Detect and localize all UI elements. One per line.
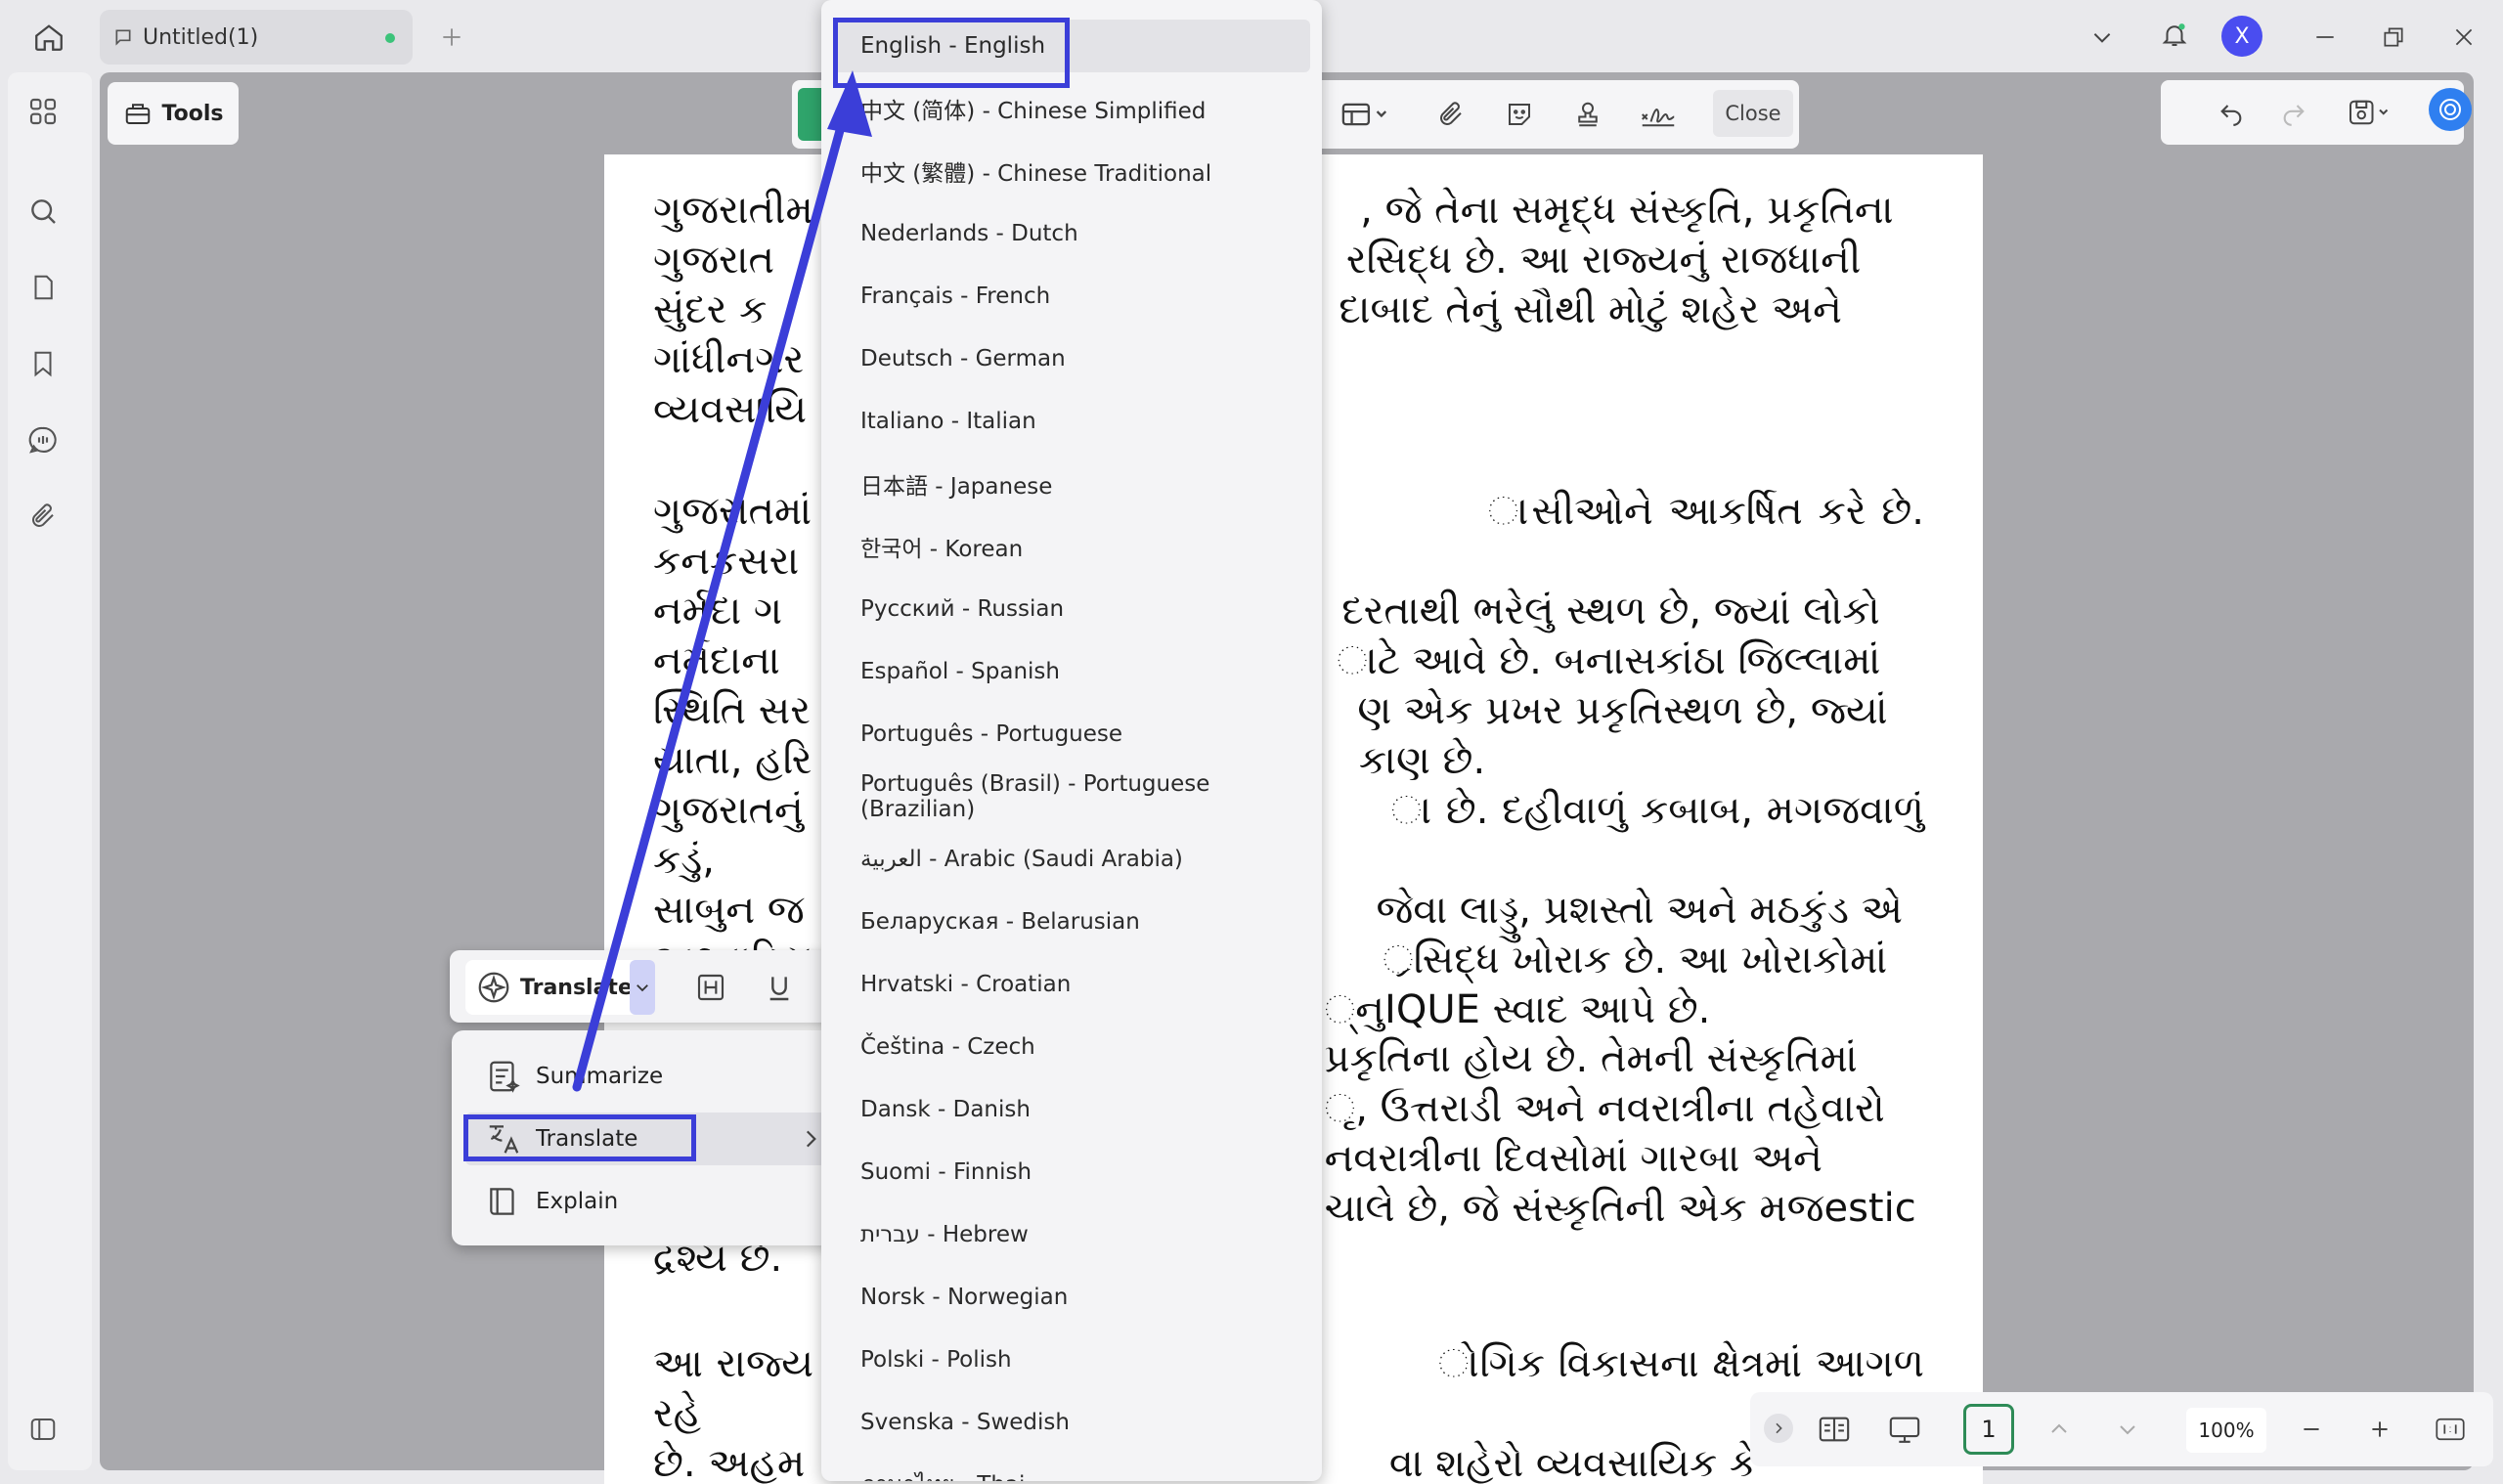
next-page-icon[interactable] [2108, 1410, 2147, 1449]
actual-size-icon[interactable] [2429, 1410, 2472, 1449]
zoom-in-icon[interactable] [2360, 1410, 2399, 1449]
zoom-level[interactable]: 100% [2186, 1408, 2266, 1453]
presentation-icon[interactable] [1883, 1408, 1926, 1451]
page-number-input[interactable]: 1 [1963, 1404, 2014, 1455]
annotation-arrow [572, 70, 872, 1092]
reading-mode-icon[interactable] [1813, 1408, 1856, 1451]
zoom-out-icon[interactable] [2292, 1410, 2331, 1449]
expand-bar-icon[interactable] [1764, 1414, 1793, 1443]
previous-page-icon[interactable] [2040, 1410, 2079, 1449]
